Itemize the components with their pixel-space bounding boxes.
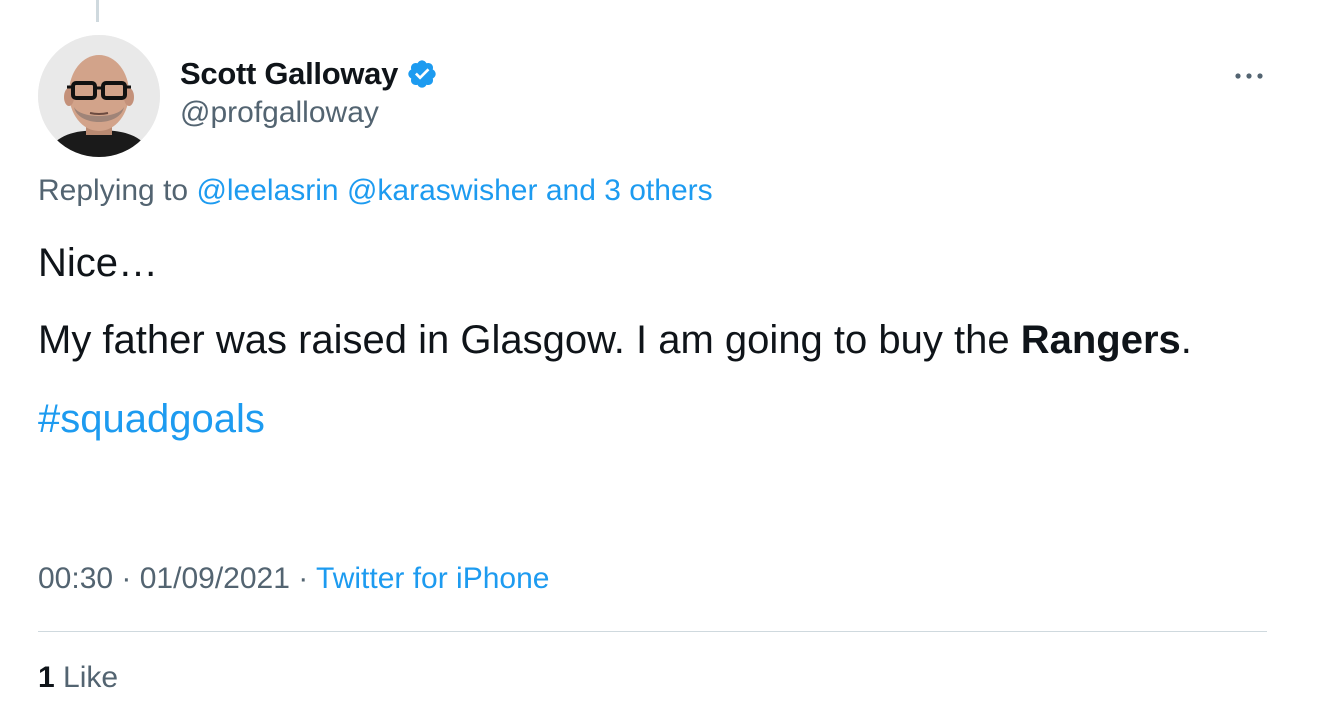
divider — [38, 631, 1267, 632]
tweet-date[interactable]: 01/09/2021 — [140, 562, 290, 595]
tweet-text-segment: . — [1180, 318, 1192, 362]
tweet-author: Scott Galloway @profgalloway — [180, 54, 438, 130]
mention-link[interactable]: @leelasrin — [196, 174, 338, 207]
mention-link[interactable]: @karaswisher — [347, 174, 538, 207]
others-link[interactable]: and 3 others — [546, 174, 713, 207]
tweet-text: Nice… My father was raised in Glasgow. I… — [38, 233, 1258, 450]
tweet-text-segment: My father was raised in Glasgow. I am go… — [38, 318, 1010, 362]
tweet-paragraph: My father was raised in Glasgow. I am go… — [38, 310, 1258, 371]
tweet-paragraph: Nice… — [38, 241, 159, 285]
tweet-bold-text: Rangers — [1020, 318, 1181, 362]
likes-count: 1 — [38, 661, 55, 694]
thread-connector-line — [96, 0, 99, 22]
tweet-paragraph: #squadgoals — [38, 389, 1258, 450]
avatar-photo — [38, 35, 160, 157]
avatar[interactable] — [38, 35, 160, 157]
replying-to: Replying to @leelasrin @karaswisher and … — [38, 174, 713, 208]
more-options-icon[interactable] — [1232, 66, 1266, 86]
author-name-row: Scott Galloway — [180, 54, 438, 94]
tweet-time[interactable]: 00:30 — [38, 562, 113, 595]
meta-separator: · — [289, 562, 317, 595]
likes-label: Like — [63, 661, 119, 694]
hashtag-link[interactable]: #squadgoals — [38, 397, 265, 441]
author-display-name[interactable]: Scott Galloway — [180, 56, 398, 92]
author-handle[interactable]: @profgalloway — [180, 96, 438, 130]
verified-badge-icon — [406, 58, 438, 90]
tweet-metadata: 00:30 · 01/09/2021 · Twitter for iPhone — [38, 562, 549, 596]
likes-stat[interactable]: 1 Like — [38, 661, 118, 695]
meta-separator: · — [113, 562, 140, 595]
replying-to-label: Replying to — [38, 174, 189, 207]
tweet-source-link[interactable]: Twitter for iPhone — [316, 562, 549, 595]
